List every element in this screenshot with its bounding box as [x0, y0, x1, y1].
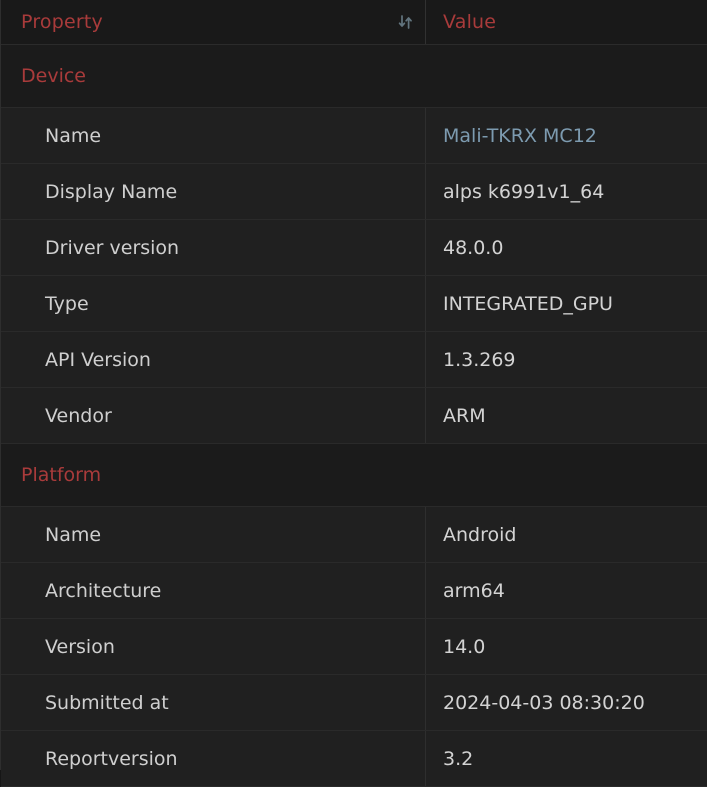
property-cell: Vendor: [1, 388, 426, 443]
property-cell: Name: [1, 507, 426, 562]
column-header-property-label: Property: [21, 11, 103, 33]
table-row[interactable]: NameMali-TKRX MC12: [1, 108, 707, 164]
property-cell: Reportversion: [1, 731, 426, 786]
property-cell: Submitted at: [1, 675, 426, 730]
value-cell: Android: [426, 507, 707, 562]
value-cell: INTEGRATED_GPU: [426, 276, 707, 331]
value-cell: arm64: [426, 563, 707, 618]
property-cell: Type: [1, 276, 426, 331]
sort-updown-icon[interactable]: [397, 13, 415, 31]
value-cell: ARM: [426, 388, 707, 443]
table-row[interactable]: Architecturearm64: [1, 563, 707, 619]
table-row[interactable]: Driver version48.0.0: [1, 220, 707, 276]
table-section-header: Platform: [1, 444, 707, 507]
value-cell: 3.2: [426, 731, 707, 786]
property-cell: Driver version: [1, 220, 426, 275]
table-header-row: Property Value: [1, 0, 707, 45]
table-section-header: Device: [1, 45, 707, 108]
property-cell: API Version: [1, 332, 426, 387]
value-cell: alps k6991v1_64: [426, 164, 707, 219]
table-row[interactable]: Version14.0: [1, 619, 707, 675]
table-row[interactable]: NameAndroid: [1, 507, 707, 563]
table-row[interactable]: Submitted at2024-04-03 08:30:20: [1, 675, 707, 731]
value-cell[interactable]: Mali-TKRX MC12: [426, 108, 707, 163]
property-cell: Name: [1, 108, 426, 163]
table-row[interactable]: Display Namealps k6991v1_64: [1, 164, 707, 220]
table-row[interactable]: TypeINTEGRATED_GPU: [1, 276, 707, 332]
property-cell: Display Name: [1, 164, 426, 219]
property-cell: Architecture: [1, 563, 426, 618]
table-row[interactable]: Reportversion3.2: [1, 731, 707, 787]
section-title: Device: [1, 45, 707, 107]
table-row[interactable]: API Version1.3.269: [1, 332, 707, 388]
property-cell: Version: [1, 619, 426, 674]
column-header-value-label: Value: [443, 11, 496, 33]
column-header-property[interactable]: Property: [1, 0, 426, 44]
table-body: DeviceNameMali-TKRX MC12Display Namealps…: [1, 45, 707, 787]
value-cell: 1.3.269: [426, 332, 707, 387]
value-cell: 48.0.0: [426, 220, 707, 275]
table-row[interactable]: VendorARM: [1, 388, 707, 444]
column-header-value[interactable]: Value: [426, 0, 707, 44]
value-cell: 2024-04-03 08:30:20: [426, 675, 707, 730]
section-title: Platform: [1, 444, 707, 506]
properties-table: Property Value DeviceNameMali-TKRX MC12D…: [0, 0, 707, 770]
value-cell: 14.0: [426, 619, 707, 674]
